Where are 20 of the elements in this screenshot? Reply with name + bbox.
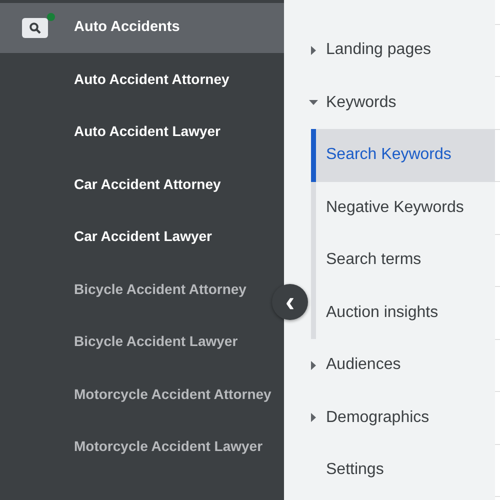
ad-group-item[interactable]: Auto Accident Lawyer bbox=[74, 121, 221, 142]
ad-group-item[interactable]: Bicycle Accident Attorney bbox=[74, 278, 246, 300]
search-icon bbox=[22, 18, 48, 38]
ad-group-item[interactable]: Car Accident Attorney bbox=[74, 174, 221, 195]
submenu-item[interactable]: Auction insights bbox=[316, 286, 495, 339]
menu-group[interactable]: Landing pages bbox=[326, 38, 431, 62]
menu-item[interactable]: Settings bbox=[326, 458, 384, 482]
ad-group-item[interactable]: Car Accident Lawyer bbox=[74, 226, 212, 248]
status-dot bbox=[47, 13, 55, 21]
menu-group[interactable]: Demographics bbox=[326, 406, 430, 430]
ad-group-item[interactable]: Auto Accident Attorney bbox=[74, 68, 230, 90]
menu-group[interactable]: Audiences bbox=[326, 353, 401, 378]
submenu-item[interactable]: Search terms bbox=[316, 234, 495, 286]
ad-group-item[interactable]: Motorcycle Accident Attorney bbox=[74, 384, 272, 405]
ad-group-item[interactable]: Motorcycle Accident Lawyer bbox=[74, 436, 263, 458]
submenu-item[interactable]: Negative Keywords bbox=[316, 182, 495, 234]
ad-group-item[interactable]: Bicycle Accident Lawyer bbox=[74, 331, 238, 352]
menu-group[interactable]: Keywords bbox=[326, 90, 396, 115]
submenu-item[interactable]: Search Keywords bbox=[316, 129, 495, 182]
campaign-row[interactable]: Auto Accidents bbox=[0, 3, 284, 53]
